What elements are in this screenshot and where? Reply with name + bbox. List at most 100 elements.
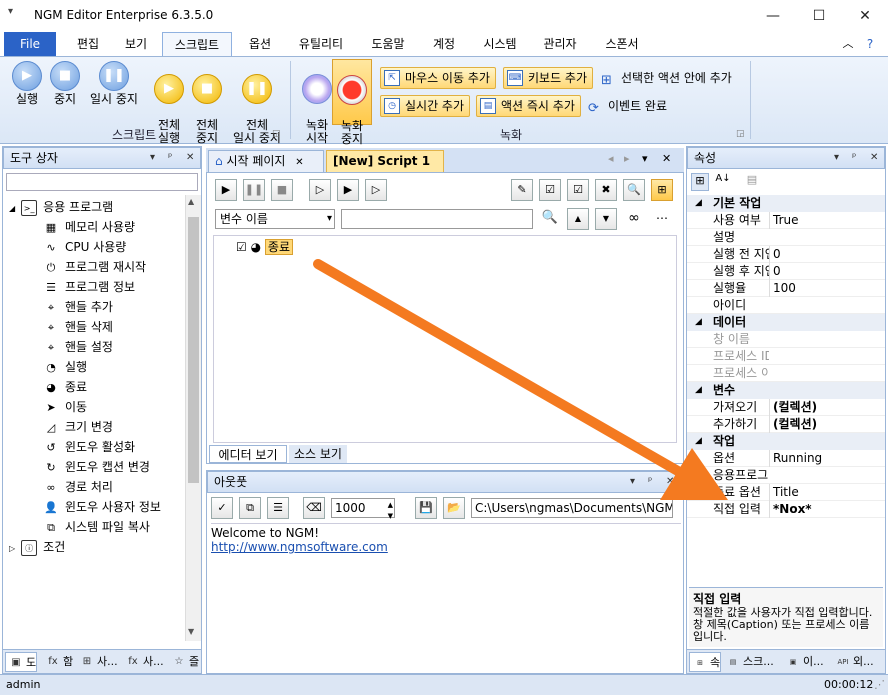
output-copy-icon[interactable]: ⧉ [239, 497, 261, 519]
toolbox-tab[interactable]: ☆ 즐 [169, 652, 200, 672]
tree-item[interactable]: ⌖ 핸들 설정 [43, 337, 113, 357]
tab-admin[interactable]: 관리자 [534, 32, 586, 56]
tab-help[interactable]: 도움말 [362, 32, 414, 56]
output-list-icon[interactable]: ☰ [267, 497, 289, 519]
property-value[interactable]: Title [769, 484, 799, 501]
delete-icon[interactable]: ✖ [595, 179, 617, 201]
help-icon[interactable]: ? [860, 32, 880, 56]
property-value[interactable]: (컬렉션) [769, 399, 817, 416]
property-value[interactable]: Running [769, 450, 822, 467]
find-icon[interactable]: 🔍 [623, 179, 645, 201]
eraser-icon[interactable]: ⌫ [303, 497, 325, 519]
tab-script-1[interactable]: [New] Script 1 ✕ [326, 150, 444, 188]
toolbox-tab[interactable]: fx 사... [123, 652, 163, 672]
editor-pause-icon[interactable]: ❚❚ [243, 179, 265, 201]
pause-button[interactable]: ❚❚ 일시 중지 [84, 61, 144, 106]
properties-tab[interactable]: ▣ 이... [783, 652, 824, 672]
property-row[interactable]: 프로세스 이름 [687, 365, 885, 382]
link-icon[interactable]: ∞ [623, 208, 645, 230]
tab-start-close-icon[interactable]: ✕ [295, 157, 303, 168]
search-icon[interactable]: 🔍 [539, 208, 561, 230]
property-row[interactable]: 실행율 100 [687, 280, 885, 297]
property-row[interactable]: 추가하기 (컬렉션) [687, 416, 885, 433]
properties-tab[interactable]: ▤ 스크... [723, 652, 774, 672]
variable-name-dropdown[interactable]: 변수 이름 ▾ [215, 209, 335, 229]
check-icon[interactable]: ☑ [567, 179, 589, 201]
tab-source-view[interactable]: 소스 보기 [289, 445, 347, 463]
tab-start-page[interactable]: ⌂ 시작 페이지 ✕ [208, 150, 324, 172]
expander-icon[interactable]: ◢ [9, 204, 15, 213]
editor-run-selected-icon[interactable]: ▷ [365, 179, 387, 201]
property-row[interactable]: 창 이름 [687, 331, 885, 348]
property-value[interactable]: 0 [769, 246, 781, 263]
tree-item[interactable]: ⌖ 핸들 삭제 [43, 317, 113, 337]
tree-item[interactable]: ∿ CPU 사용량 [43, 237, 126, 257]
scroll-down-icon[interactable]: ▼ [188, 627, 194, 636]
tree-item[interactable]: ⌖ 핸들 추가 [43, 297, 113, 317]
more-icon[interactable]: ⋯ [651, 208, 673, 230]
property-category[interactable]: ◢ 변수 [687, 382, 885, 399]
toolbox-pin-icon[interactable]: ᵖ [168, 148, 172, 168]
tree-item[interactable]: ◢ >_ 응용 프로그램 [9, 197, 113, 217]
stop-button[interactable]: ■ 중지 [40, 61, 90, 106]
property-row[interactable]: 실행 전 지연0 [687, 246, 885, 263]
script-launcher-icon[interactable]: ◲ [272, 129, 281, 139]
property-value[interactable]: (컬렉션) [769, 416, 817, 433]
check-all-icon[interactable]: ☑ [539, 179, 561, 201]
collapse-icon[interactable]: ◢ [695, 433, 702, 450]
collapse-ribbon-icon[interactable]: ︿ [838, 32, 858, 56]
property-row[interactable]: 종료 옵션 Title [687, 484, 885, 501]
stop-all-button[interactable]: ■ 전체 중지 [182, 61, 232, 145]
script-node-close[interactable]: ☑ ◕ 종료 [236, 238, 293, 256]
output-check-icon[interactable]: ✓ [211, 497, 233, 519]
event-done-button[interactable]: ⟳ 이벤트 완료 [588, 95, 667, 117]
add-keyboard-button[interactable]: ⌨ 키보드 추가 [503, 67, 594, 89]
tree-view-icon[interactable]: ⊞ [651, 179, 673, 201]
tree-item[interactable]: ☰ 프로그램 정보 [43, 277, 135, 297]
property-pages-icon[interactable]: ▤ [743, 173, 761, 191]
editor-stop-icon[interactable]: ■ [271, 179, 293, 201]
property-row[interactable]: 직접 입력 *Nox* [687, 501, 885, 518]
scroll-up-icon[interactable]: ▲ [188, 197, 194, 206]
resize-grip-icon[interactable]: ⋰ [874, 675, 885, 695]
properties-tab[interactable]: ⊞ 속 [689, 652, 722, 672]
add-mouse-move-button[interactable]: ⇱ 마우스 이동 추가 [380, 67, 496, 89]
tab-script[interactable]: 스크립트 [162, 32, 232, 56]
search-down-icon[interactable]: ▼ [595, 208, 617, 230]
tree-item[interactable]: ▦ 메모리 사용량 [43, 217, 135, 237]
tree-item[interactable]: ⧉ 시스템 파일 복사 [43, 517, 150, 537]
property-row[interactable]: 옵션 Running [687, 450, 885, 467]
tab-options[interactable]: 옵션 [238, 32, 282, 56]
output-url-link[interactable]: http://www.ngmsoftware.com [211, 540, 681, 554]
editor-run-from-icon[interactable]: ▶ [337, 179, 359, 201]
tab-view[interactable]: 보기 [114, 32, 158, 56]
editor-step-icon[interactable]: ▷ [309, 179, 331, 201]
property-value[interactable]: 100 [769, 280, 796, 297]
property-category[interactable]: ◢ 데이터 [687, 314, 885, 331]
tree-item[interactable]: ◕ 종료 [43, 377, 87, 397]
save-icon[interactable]: 💾 [415, 497, 437, 519]
tab-system[interactable]: 시스템 [474, 32, 526, 56]
property-row[interactable]: 가져오기 (컬렉션) [687, 399, 885, 416]
record-launcher-icon[interactable]: ◲ [736, 129, 745, 139]
tree-item[interactable]: ∞ 경로 처리 [43, 477, 113, 497]
tab-editor-view[interactable]: 에디터 보기 [209, 445, 287, 463]
sort-alpha-icon[interactable]: A↓ [713, 173, 733, 191]
close-button[interactable]: ✕ [842, 0, 888, 32]
tree-item[interactable]: ⏻ 프로그램 재시작 [43, 257, 146, 277]
tab-account[interactable]: 계정 [422, 32, 466, 56]
collapse-icon[interactable]: ◢ [695, 382, 702, 399]
add-action-now-button[interactable]: ▤ 액션 즉시 추가 [476, 95, 581, 117]
property-row[interactable]: 실행 후 지연0 [687, 263, 885, 280]
properties-dropdown-icon[interactable]: ▾ [834, 148, 839, 168]
toolbox-tab[interactable]: fx 함 [43, 652, 73, 672]
property-row[interactable]: 아이디 [687, 297, 885, 314]
collapse-icon[interactable]: ◢ [695, 314, 702, 331]
tab-utility[interactable]: 유틸리티 [288, 32, 354, 56]
tree-item[interactable]: ➤ 이동 [43, 397, 87, 417]
tree-item[interactable]: ↺ 윈도우 활성화 [43, 437, 135, 457]
toolbox-search-input[interactable] [6, 173, 198, 191]
tree-item[interactable]: 👤 윈도우 사용자 정보 [43, 497, 161, 517]
tab-next-icon[interactable]: ▸ [624, 152, 630, 165]
property-row[interactable]: 응용프로그램 [687, 467, 885, 484]
